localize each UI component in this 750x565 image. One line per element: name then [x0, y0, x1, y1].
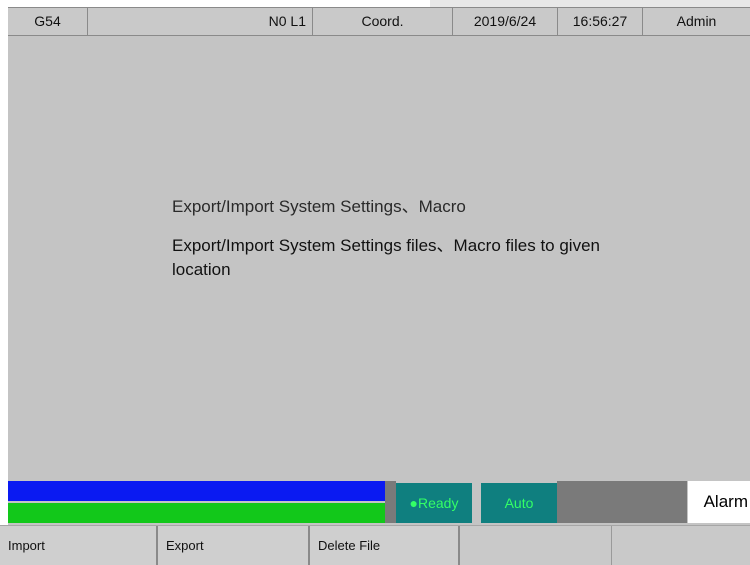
alarm-panel[interactable]: Alarm: [688, 481, 750, 523]
page-title: Export/Import System Settings、Macro: [172, 197, 466, 216]
ready-status: ●Ready: [396, 483, 472, 523]
empty-softkey-2[interactable]: [612, 526, 750, 565]
delete-file-button[interactable]: Delete File: [310, 526, 460, 565]
export-button[interactable]: Export: [158, 526, 310, 565]
date-label: 2019/6/24: [453, 8, 558, 35]
window-top-notch: [430, 0, 750, 7]
window-left-rail: [0, 0, 8, 565]
window-top-strip: [0, 0, 750, 7]
softkey-bar: Import Export Delete File: [0, 525, 750, 565]
time-label: 16:56:27: [558, 8, 643, 35]
green-indicator-bar: [8, 503, 385, 523]
auto-mode-status: Auto: [481, 483, 557, 523]
top-status-bar: G54 N0 L1 Coord. 2019/6/24 16:56:27 Admi…: [8, 7, 750, 36]
page-description: Export/Import System Settings files、Macr…: [172, 236, 600, 279]
coordinate-system-label: G54: [8, 8, 88, 35]
blue-indicator-bar: [8, 481, 385, 501]
empty-softkey-1[interactable]: [460, 526, 612, 565]
status-gray-panel: [557, 481, 687, 523]
cnc-screen: G54 N0 L1 Coord. 2019/6/24 16:56:27 Admi…: [0, 0, 750, 565]
import-button[interactable]: Import: [0, 526, 158, 565]
user-label: Admin: [676, 13, 717, 29]
program-line-label: N0 L1: [88, 8, 313, 35]
status-separator: [385, 481, 396, 523]
coord-mode-label: Coord.: [313, 8, 453, 35]
machine-status-bar: ●Ready Auto Alarm: [8, 479, 750, 525]
